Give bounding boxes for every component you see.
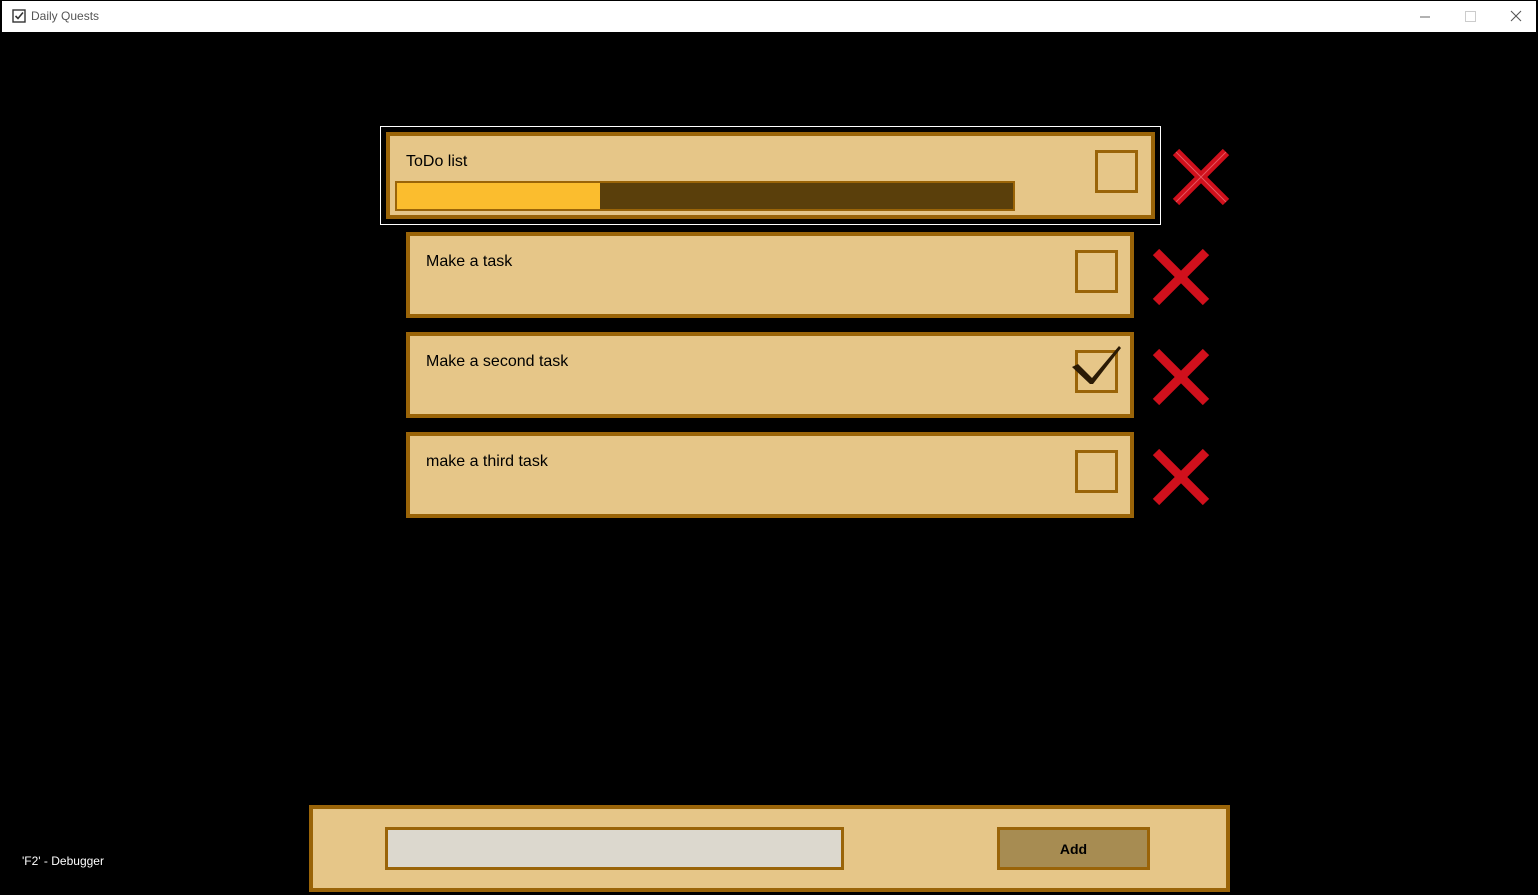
title-bar: Daily Quests <box>2 1 1536 32</box>
task-card-1[interactable] <box>406 232 1134 318</box>
main-task-label: ToDo list <box>406 153 468 170</box>
task-card-2[interactable] <box>406 332 1134 418</box>
maximize-icon[interactable] <box>1447 1 1493 32</box>
task-label-2: Make a second task <box>426 353 569 370</box>
task-label-1: Make a task <box>426 253 513 270</box>
delete-main-task-icon[interactable] <box>1172 148 1230 206</box>
add-button[interactable]: Add <box>997 827 1150 870</box>
minimize-icon[interactable] <box>1402 1 1448 32</box>
main-task-checkbox[interactable] <box>1095 150 1138 193</box>
task-checkbox-1[interactable] <box>1075 250 1118 293</box>
debugger-hint: 'F2' - Debugger <box>22 854 104 868</box>
delete-task-1-icon[interactable] <box>1152 248 1210 306</box>
task-checkbox-3[interactable] <box>1075 450 1118 493</box>
app-window: Daily Quests ToDo list Make a task Make … <box>0 0 1538 895</box>
progress-fill <box>397 183 601 209</box>
close-icon[interactable] <box>1492 1 1538 32</box>
new-task-input[interactable] <box>385 827 844 870</box>
checkbox-app-icon <box>12 9 26 23</box>
window-title: Daily Quests <box>31 9 100 23</box>
delete-task-2-icon[interactable] <box>1152 348 1210 406</box>
delete-task-3-icon[interactable] <box>1152 448 1210 506</box>
task-label-3: make a third task <box>426 453 548 470</box>
checkmark-icon <box>1072 346 1121 384</box>
main-task-progress-bar <box>395 181 1015 211</box>
task-card-3[interactable] <box>406 432 1134 518</box>
